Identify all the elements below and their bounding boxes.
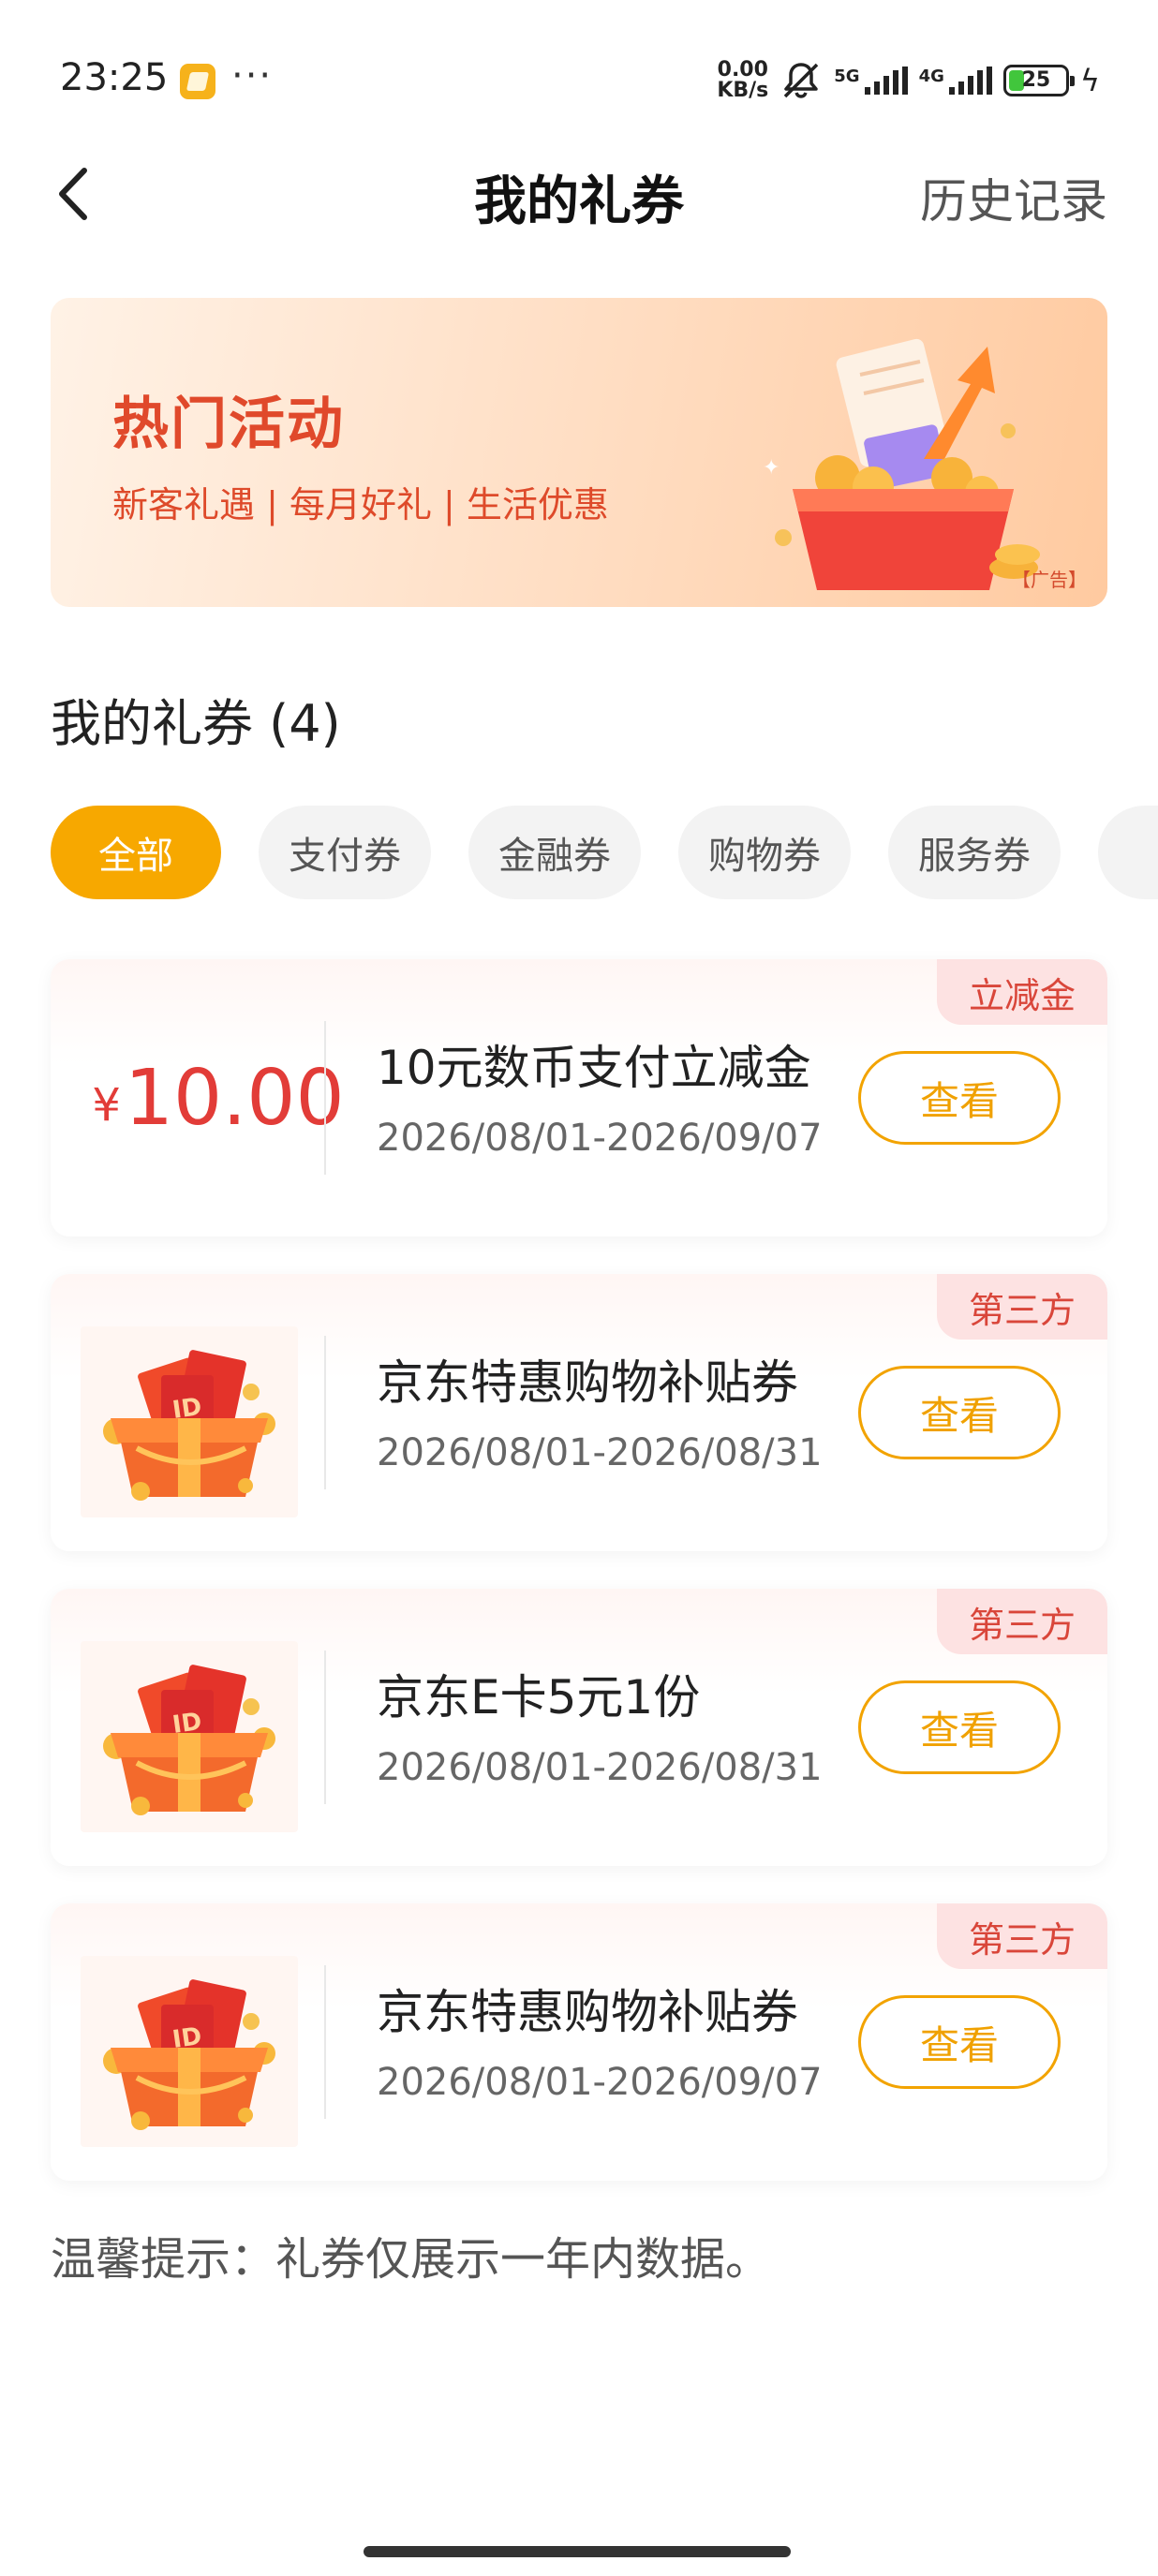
coupon-validity: 2026/08/01-2026/08/31 [377,1746,823,1789]
view-button[interactable]: 查看 [858,1995,1061,2089]
battery-icon: 25 [1002,65,1075,96]
gift-basket-illustration: ✦ [763,338,1040,590]
coupon-card[interactable]: 第三方 京东E卡5元1份 2026/08/01-2026/08/31 查看 [51,1589,1107,1866]
gift-box-icon [81,1326,298,1517]
ad-tag: 【广告】 [1012,569,1087,591]
category-tabs: 全部 支付券 金融券 购物券 服务券 代 [51,806,1158,899]
status-bar: 23:25 ··· 0.00 KB/s 5G 4G 25 ϟ [0,0,1158,141]
signal-4g-icon: 4G [919,67,992,95]
status-time: 23:25 [60,56,169,99]
coupon-type-badge: 第三方 [936,1903,1107,1969]
signal-5g-icon: 5G [834,67,908,95]
amount-value: 10.00 [124,1053,345,1143]
currency-symbol: ¥ [92,1079,121,1132]
coupon-amount: ¥ 10.00 [82,959,354,1236]
mute-bell-icon [784,63,819,98]
coupon-title: 京东特惠购物补贴券 [377,1355,798,1410]
home-indicator[interactable] [364,2546,791,2557]
coupon-type-badge: 第三方 [936,1589,1107,1654]
card-divider [324,1965,326,2119]
coupon-validity: 2026/08/01-2026/09/07 [377,2061,823,2104]
promo-banner[interactable]: 热门活动 新客礼遇 | 每月好礼 | 生活优惠 ✦ 【广告】 [51,298,1107,607]
coupon-card[interactable]: 第三方 京东特惠购物补贴券 2026/08/01-2026/08/31 查看 [51,1274,1107,1551]
coupon-title: 10元数币支付立减金 [377,1041,811,1095]
gift-box-thumbnail [81,1956,298,2147]
gift-box-icon [81,1956,298,2147]
gift-box-icon [81,1641,298,1832]
card-divider [324,1336,326,1489]
gift-box-thumbnail [81,1326,298,1517]
coupon-validity: 2026/08/01-2026/09/07 [377,1117,823,1160]
banner-title: 热门活动 [112,392,345,457]
coupon-validity: 2026/08/01-2026/08/31 [377,1431,823,1474]
coupon-type-badge: 第三方 [936,1274,1107,1340]
tab-finance[interactable]: 金融券 [468,806,641,899]
coupon-card[interactable]: 立减金 ¥ 10.00 10元数币支付立减金 2026/08/01-2026/0… [51,959,1107,1236]
card-divider [324,1651,326,1804]
view-button[interactable]: 查看 [858,1680,1061,1774]
coupon-card[interactable]: 第三方 京东特惠购物补贴券 2026/08/01-2026/09/07 查看 [51,1903,1107,2181]
card-divider [324,1021,326,1175]
coupon-title: 京东E卡5元1份 [377,1670,701,1725]
view-button[interactable]: 查看 [858,1051,1061,1145]
footer-tip: 温馨提示：礼券仅展示一年内数据。 [51,2233,771,2286]
navigation-bar: 我的礼券 历史记录 [0,141,1158,253]
section-title: 我的礼券 (4) [51,694,341,753]
network-speed: 0.00 KB/s [717,58,769,102]
more-notifications-icon: ··· [231,54,274,97]
coupon-type-badge: 立减金 [936,959,1107,1025]
view-button[interactable]: 查看 [858,1366,1061,1459]
tab-shopping[interactable]: 购物券 [678,806,851,899]
svg-text:✦: ✦ [763,456,779,480]
tab-all[interactable]: 全部 [51,806,221,899]
history-link[interactable]: 历史记录 [920,164,1107,231]
gift-box-thumbnail [81,1641,298,1832]
notes-app-icon [180,64,215,99]
tab-proxy[interactable]: 代 [1098,806,1158,899]
charging-icon: ϟ [1079,63,1100,98]
tab-service[interactable]: 服务券 [888,806,1061,899]
tab-payment[interactable]: 支付券 [259,806,431,899]
coupon-title: 京东特惠购物补贴券 [377,1985,798,2039]
banner-subtitle: 新客礼遇 | 每月好礼 | 生活优惠 [112,484,609,526]
